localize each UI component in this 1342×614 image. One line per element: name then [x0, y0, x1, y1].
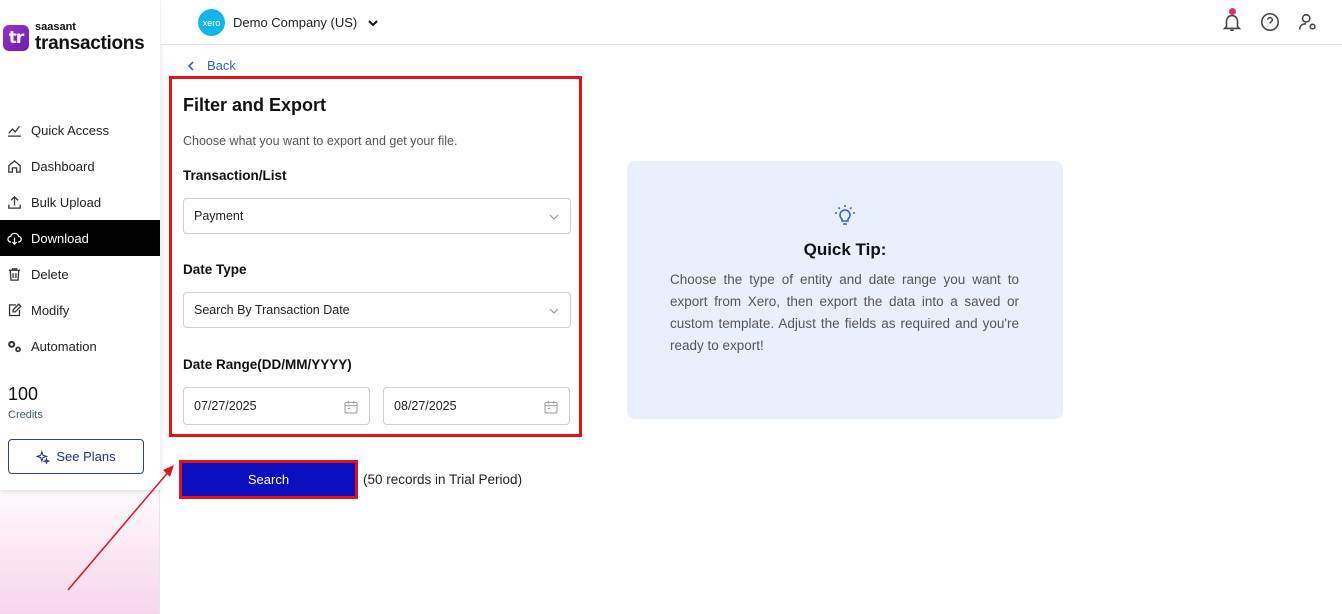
quick-tip-card: Quick Tip: Choose the type of entity and… [627, 161, 1063, 419]
transaction-select-value: Payment [194, 209, 244, 223]
logo-small-text: saasant [35, 21, 76, 33]
sidebar-item-dashboard[interactable]: Dashboard [0, 148, 160, 184]
sidebar-item-label: Bulk Upload [31, 194, 102, 210]
logo-text: saasant transactions [35, 21, 145, 54]
notification-dot [1229, 8, 1236, 15]
edit-icon [8, 302, 22, 316]
sidebar-item-label: Download [31, 230, 89, 246]
sidebar-item-bulk-upload[interactable]: Bulk Upload [0, 184, 160, 220]
search-button[interactable]: Search [182, 463, 355, 496]
date-to-input[interactable]: 08/27/2025 [383, 387, 570, 425]
sidebar-nav: Quick Access Dashboard Bulk Upload Downl… [0, 112, 160, 364]
sidebar-item-delete[interactable]: Delete [0, 256, 160, 292]
lightbulb-icon [835, 205, 855, 225]
date-type-select[interactable]: Search By Transaction Date [183, 292, 571, 328]
back-label: Back [207, 58, 236, 73]
date-type-select-value: Search By Transaction Date [194, 303, 350, 317]
transaction-select[interactable]: Payment [183, 198, 571, 234]
upload-icon [8, 195, 21, 209]
sidebar-item-label: Modify [31, 302, 70, 318]
see-plans-label: See Plans [56, 449, 116, 464]
cloud-download-icon [7, 232, 22, 245]
notifications-button[interactable] [1220, 8, 1244, 34]
company-switcher[interactable]: xero Demo Company (US) [198, 9, 379, 36]
sidebar-item-label: Dashboard [31, 158, 95, 174]
chevron-left-icon [187, 60, 194, 71]
date-range-label: Date Range(DD/MM/YYYY) [183, 357, 352, 372]
user-settings-icon [1298, 13, 1316, 30]
gears-icon [8, 340, 21, 352]
chart-line-icon [8, 125, 21, 137]
sparkle-icon [36, 449, 51, 464]
date-from-value: 07/27/2025 [194, 399, 257, 413]
sidebar-item-download[interactable]: Download [0, 220, 160, 256]
back-link[interactable]: Back [185, 58, 236, 73]
filter-export-panel: Filter and Export Choose what you want t… [169, 76, 582, 437]
sidebar-item-label: Delete [31, 266, 69, 282]
quick-tip-body: Choose the type of entity and date range… [670, 272, 1019, 353]
user-settings-button[interactable] [1296, 10, 1320, 34]
logo-badge: tr [3, 24, 29, 51]
page-title: Filter and Export [183, 95, 327, 115]
top-bar: xero Demo Company (US) [161, 0, 1342, 45]
date-to-value: 08/27/2025 [394, 399, 457, 413]
top-icons [1220, 8, 1320, 34]
transaction-label: Transaction/List [183, 168, 287, 183]
search-highlight: Search [179, 460, 358, 499]
date-type-label: Date Type [183, 262, 247, 277]
page-subtitle: Choose what you want to export and get y… [183, 134, 458, 148]
sidebar: tr saasant transactions Quick Access Das… [0, 0, 160, 614]
xero-logo: xero [198, 9, 225, 36]
credits-value: 100 [8, 384, 39, 404]
trial-records-note: (50 records in Trial Period) [363, 472, 523, 487]
sidebar-panel: tr saasant transactions Quick Access Das… [0, 0, 160, 490]
help-icon [1260, 12, 1280, 32]
home-icon [8, 159, 21, 173]
chevron-down-icon [368, 19, 378, 26]
chevron-down-icon [549, 308, 559, 314]
chevron-down-icon [549, 214, 559, 220]
date-from-input[interactable]: 07/27/2025 [183, 387, 370, 425]
company-name: Demo Company (US) [233, 15, 358, 30]
quick-tip-title: Quick Tip: [803, 240, 887, 259]
sidebar-item-label: Quick Access [31, 122, 110, 138]
brand-logo[interactable]: tr saasant transactions [3, 21, 145, 54]
sidebar-item-quick-access[interactable]: Quick Access [0, 112, 160, 148]
sidebar-item-label: Automation [31, 338, 97, 354]
credits-label: Credits [8, 409, 43, 421]
logo-big-text: transactions [35, 33, 145, 54]
credits-panel: 100 Credits [8, 384, 43, 421]
sidebar-item-modify[interactable]: Modify [0, 292, 160, 328]
calendar-icon[interactable] [343, 399, 359, 415]
help-button[interactable] [1258, 10, 1282, 34]
sidebar-item-automation[interactable]: Automation [0, 328, 160, 364]
trash-icon [8, 267, 21, 281]
see-plans-button[interactable]: See Plans [8, 439, 144, 474]
calendar-icon[interactable] [543, 399, 559, 415]
